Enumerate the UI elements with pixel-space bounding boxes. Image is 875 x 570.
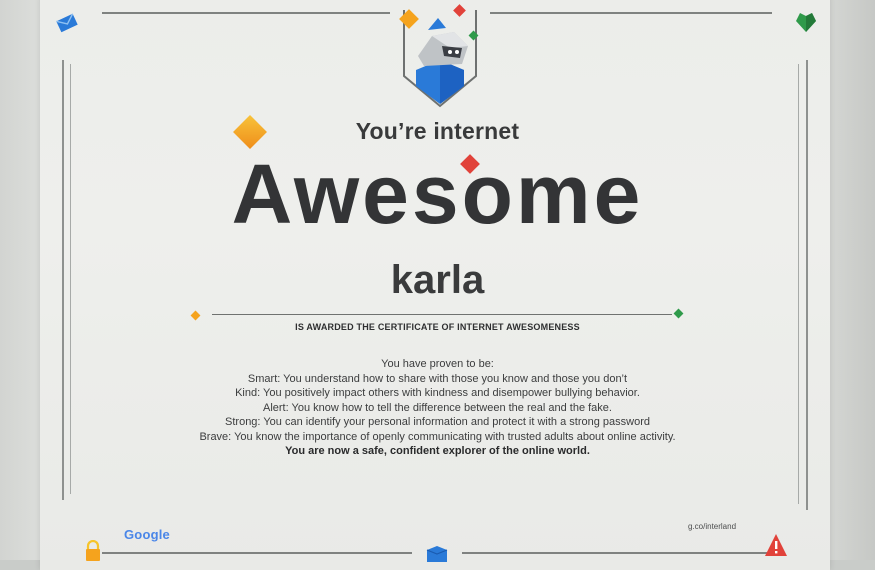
name-underline: [212, 314, 672, 315]
frame-bottom-left-line: [102, 552, 412, 554]
recipient-name: karla: [390, 258, 485, 302]
headline-small: You’re internet: [355, 118, 520, 144]
trait-smart: Smart: You understand how to share with …: [247, 372, 628, 385]
frame-bottom-right-line: [462, 552, 772, 554]
trait-kind: Kind: You positively impact others with …: [235, 387, 640, 399]
trait-alert: Alert: You know how to tell the differen…: [263, 401, 612, 414]
heart-gem-icon: [796, 13, 816, 32]
lock-icon: [86, 540, 100, 561]
trait-strong: Strong: You can identify your personal i…: [225, 416, 650, 428]
award-line: IS AWARDED THE CERTIFICATE OF INTERNET A…: [295, 322, 580, 332]
closing-line: You are now a safe, confident explorer o…: [285, 445, 590, 457]
google-logo: Google: [124, 527, 170, 542]
frame-top-right-line: [490, 12, 772, 14]
intro-line: You have proven to be:: [381, 358, 494, 370]
trait-brave: Brave: You know the importance of openly…: [199, 430, 676, 443]
footer-url: g.co/interland: [688, 522, 737, 531]
warning-icon: [765, 534, 787, 556]
envelope-icon: [56, 13, 78, 33]
google-logo-text: Google: [124, 527, 170, 542]
headline-big: Awesome: [231, 147, 644, 241]
frame-top-left-line: [102, 12, 390, 14]
trait-list: You have proven to be: Smart: You unders…: [0, 357, 875, 459]
